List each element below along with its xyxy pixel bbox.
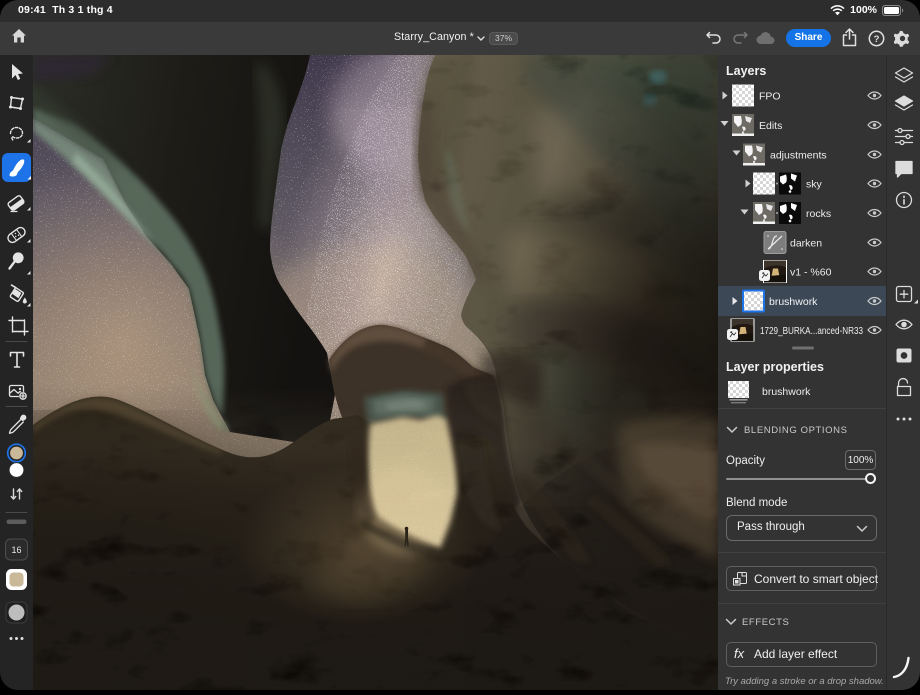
svg-text:1729_BURKA...anced-NR33: 1729_BURKA...anced-NR33: [760, 326, 863, 337]
svg-text:Edits: Edits: [759, 120, 782, 132]
svg-text:rocks: rocks: [806, 208, 831, 220]
svg-text:brushwork: brushwork: [769, 296, 818, 308]
svg-text:adjustments: adjustments: [770, 150, 827, 162]
svg-text:FPO: FPO: [759, 91, 781, 103]
svg-text:darken: darken: [790, 238, 822, 250]
svg-text:sky: sky: [806, 179, 823, 191]
svg-text:?: ?: [874, 34, 880, 45]
svg-text:16: 16: [11, 545, 21, 555]
svg-text:brushwork: brushwork: [762, 386, 811, 398]
svg-text:v1 - %60: v1 - %60: [790, 267, 832, 279]
